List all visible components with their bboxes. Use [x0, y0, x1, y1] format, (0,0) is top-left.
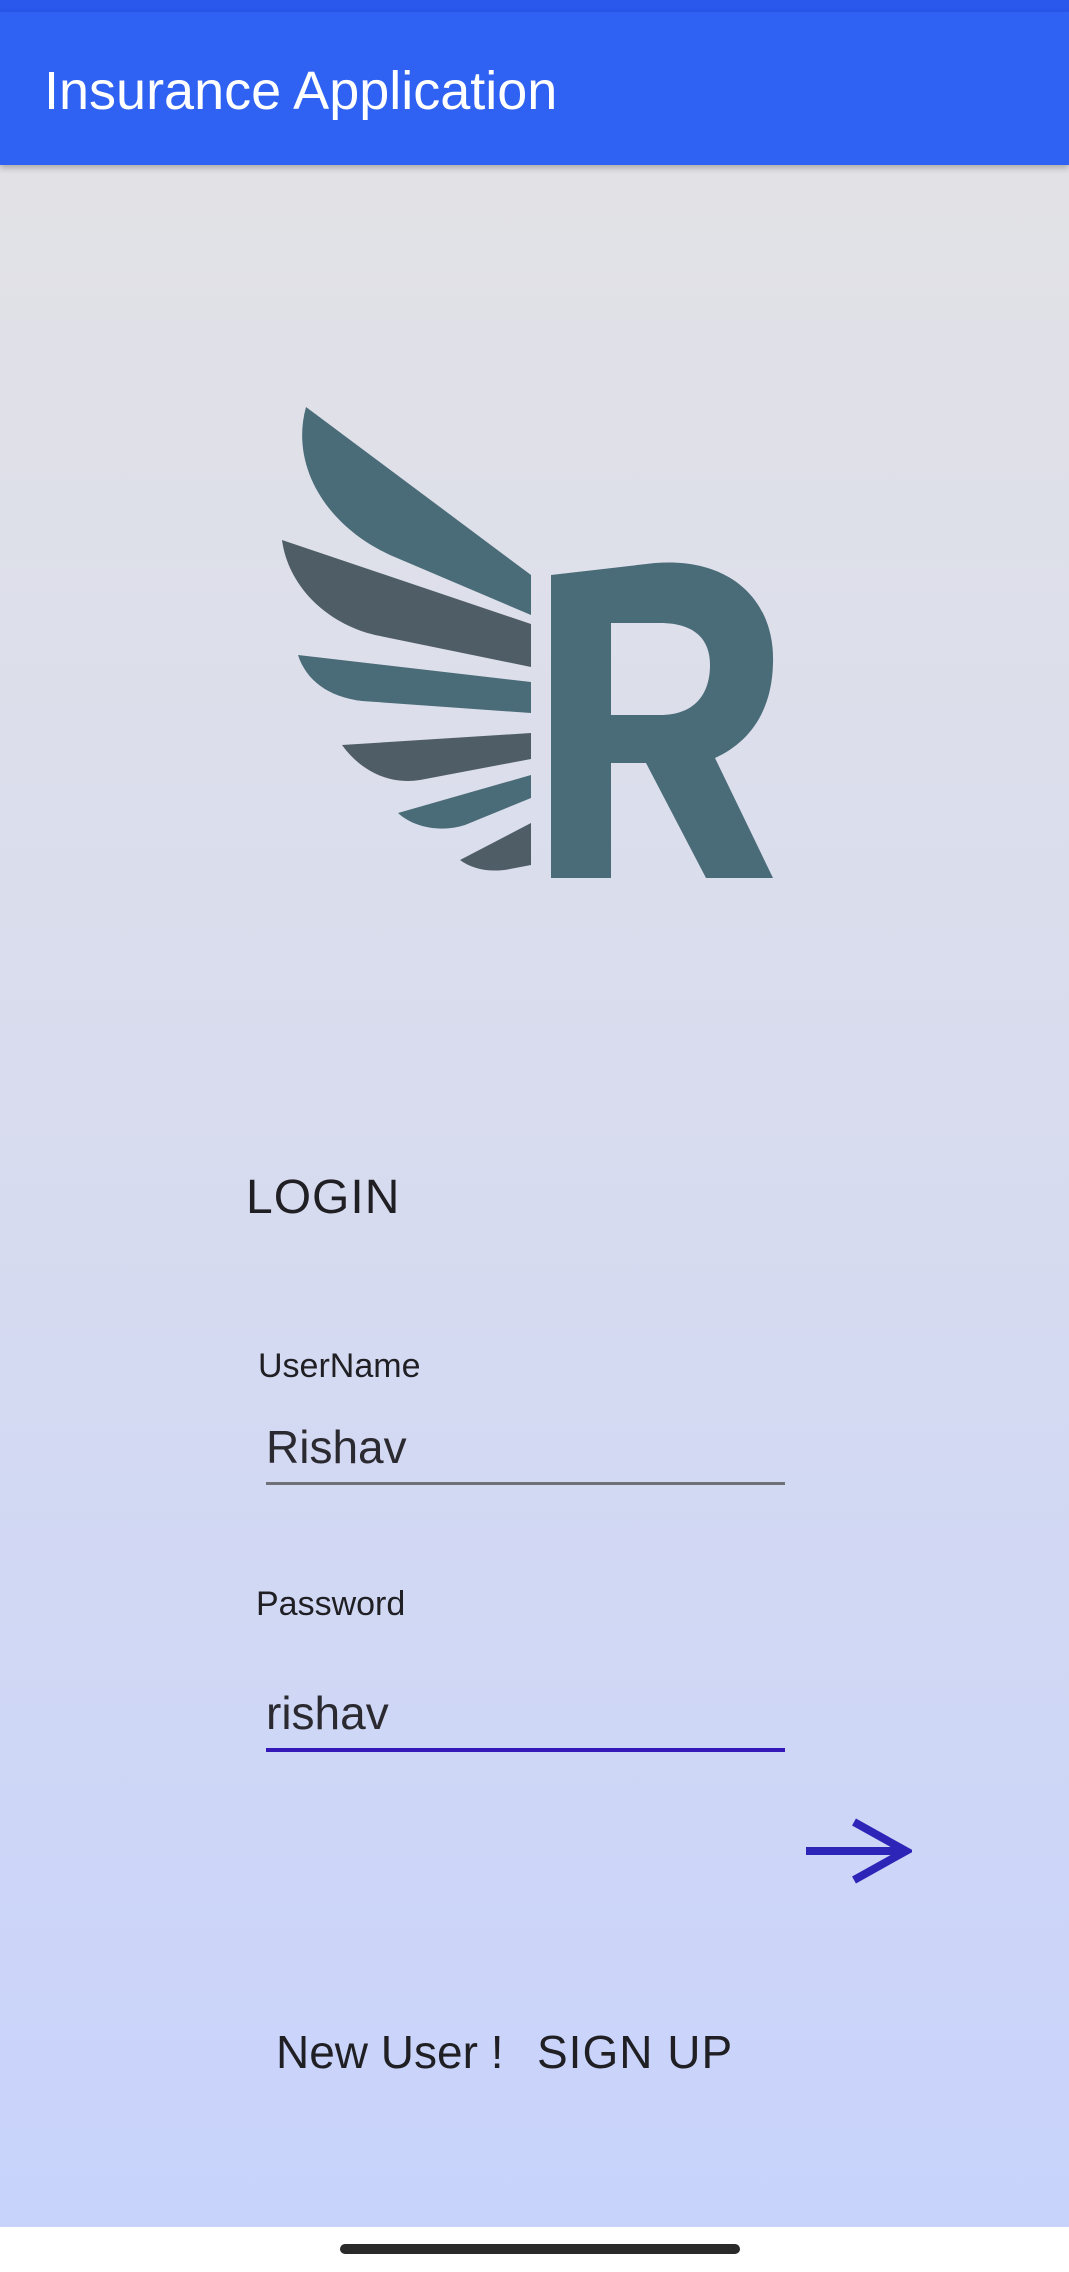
password-input[interactable]	[266, 1678, 785, 1752]
status-bar	[0, 0, 1069, 12]
username-label: UserName	[258, 1347, 421, 1385]
logo-wing-feather-3	[298, 655, 531, 713]
logo-wing-feather-5	[398, 775, 531, 829]
logo-wing-feather-6	[460, 823, 531, 871]
login-heading: LOGIN	[246, 1171, 401, 1224]
new-user-text: New User !	[276, 2026, 504, 2078]
navigation-bar	[0, 2227, 1069, 2272]
app-bar: Insurance Application	[0, 12, 1069, 165]
winged-r-logo	[282, 407, 774, 878]
app-title: Insurance Application	[44, 61, 558, 121]
logo-letter-r	[551, 562, 774, 878]
logo-wing-feather-4	[342, 733, 531, 781]
password-label: Password	[256, 1585, 406, 1623]
arrow-right-icon[interactable]	[802, 1816, 912, 1886]
username-input[interactable]	[266, 1412, 785, 1485]
signup-button[interactable]: SIGN UP	[537, 2025, 733, 2079]
home-indicator[interactable]	[340, 2244, 740, 2254]
